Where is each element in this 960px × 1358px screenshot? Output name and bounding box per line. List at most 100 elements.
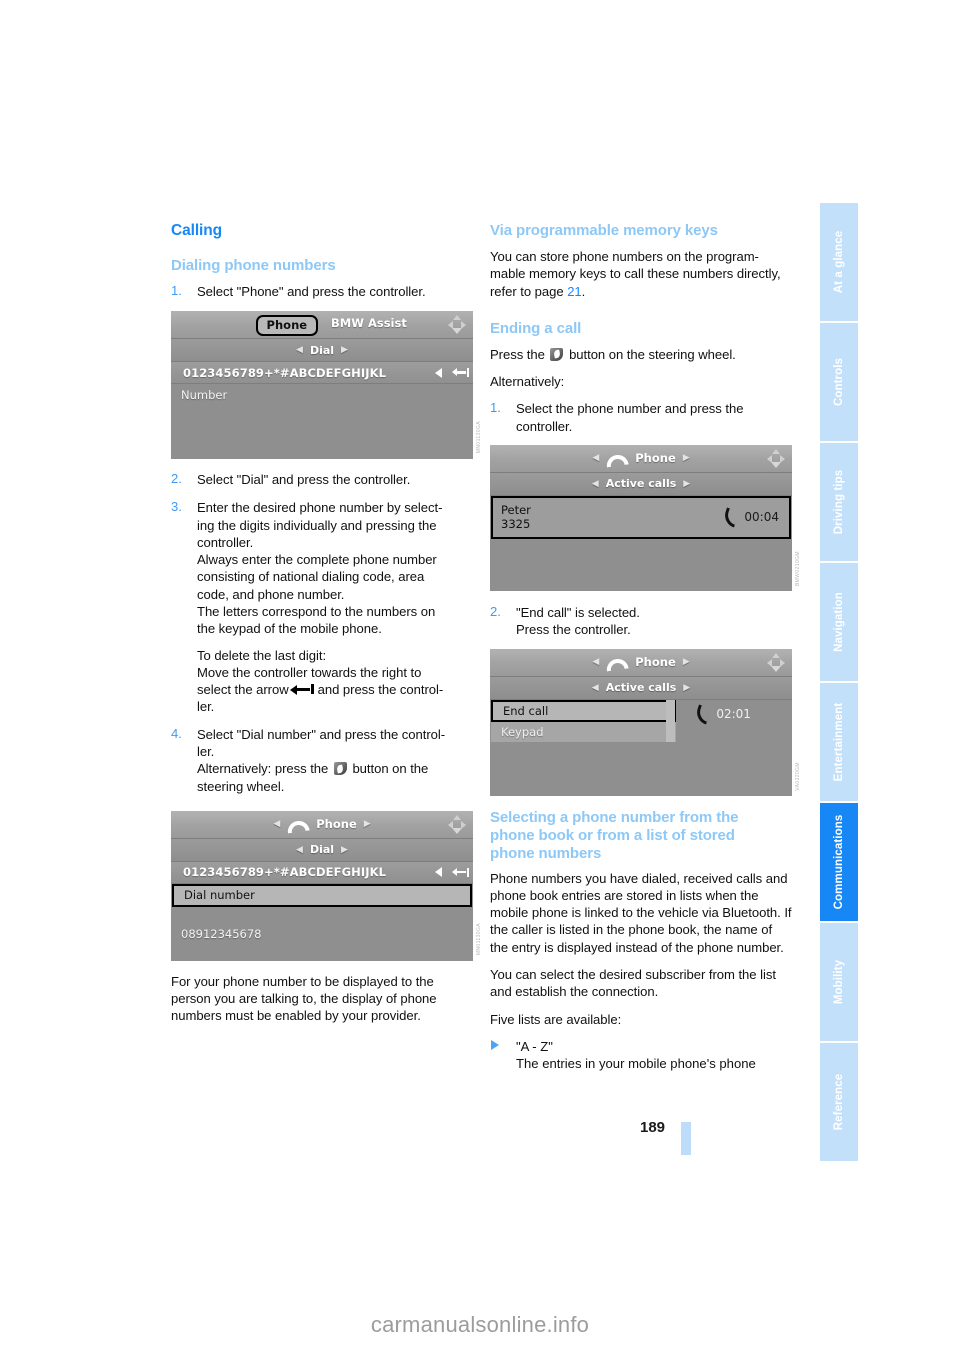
section-heading-ending-call: Ending a call bbox=[490, 319, 582, 337]
sidebar-tab-driving-tips[interactable]: Driving tips bbox=[820, 443, 858, 561]
mk-line-1: You can store phone numbers on the progr… bbox=[490, 249, 759, 264]
list-item-number[interactable]: Number bbox=[171, 384, 473, 406]
bullet-description: The entries in your mobile phone's phone bbox=[516, 1056, 756, 1072]
play-triangle-icon[interactable] bbox=[435, 367, 442, 378]
chevron-right-icon: ▶ bbox=[341, 844, 348, 855]
call-duration: 02:01 bbox=[716, 707, 751, 722]
screenshot-panel: End call Keypad 02:01 bbox=[490, 699, 792, 796]
step-text: Select the phone number and press the co… bbox=[516, 400, 792, 435]
screenshot-topbar: ◀ Phone ▶ bbox=[171, 810, 473, 839]
row-active-calls[interactable]: ◀ Active calls ▶ bbox=[490, 676, 792, 700]
pb-heading-line-1: Selecting a phone number from the bbox=[490, 808, 739, 826]
row-dial-label: Dial bbox=[309, 843, 335, 857]
sidebar-tab-label: At a glance bbox=[833, 230, 845, 294]
page-reference-link[interactable]: 21 bbox=[567, 284, 582, 299]
step-text: "End call" is selected. Press the contro… bbox=[516, 604, 792, 639]
sidebar-tab-label: Mobility bbox=[833, 959, 845, 1005]
step3-para4-line-1: To delete the last digit: bbox=[197, 647, 327, 663]
sidebar-tab-controls[interactable]: Controls bbox=[820, 323, 858, 441]
step-4: 4. Select "Dial number" and press the co… bbox=[171, 726, 473, 795]
chevron-right-icon: ▶ bbox=[341, 345, 348, 356]
step3-para4-line-4: ler. bbox=[197, 699, 215, 715]
ending-call-step-1: 1. Select the phone number and press the… bbox=[490, 400, 792, 435]
sidebar-tab-at-a-glance[interactable]: At a glance bbox=[820, 203, 858, 321]
step3-para3-line-2: the keypad of the mobile phone. bbox=[197, 621, 382, 637]
step-number: 2. bbox=[171, 471, 182, 487]
screenshot-panel: Peter 3325 00:04 bbox=[490, 495, 792, 591]
play-triangle-icon[interactable] bbox=[435, 867, 442, 878]
section-heading-phone-book: Selecting a phone number from the phone … bbox=[490, 809, 792, 863]
tab-phone-selected[interactable]: Phone bbox=[255, 315, 319, 337]
list-item-end-call[interactable]: End call bbox=[491, 699, 677, 722]
step-text: Select "Phone" and press the controller. bbox=[197, 284, 426, 300]
active-call-entry[interactable]: Peter 3325 00:04 bbox=[491, 495, 791, 539]
list-item-keypad[interactable]: Keypad bbox=[491, 721, 677, 742]
row-dial[interactable]: ◀ Dial ▶ bbox=[171, 838, 473, 862]
bullet-label: "A - Z" bbox=[516, 1038, 553, 1054]
controller-nav-icon bbox=[448, 814, 466, 834]
sidebar-tab-communications[interactable]: Communications bbox=[820, 803, 858, 921]
page-title: Calling bbox=[171, 222, 222, 239]
sidebar-tab-label: Driving tips bbox=[833, 469, 845, 535]
call-duration: 00:04 bbox=[744, 510, 779, 525]
sidebar-tab-navigation[interactable]: Navigation bbox=[820, 563, 858, 681]
backspace-arrow-icon bbox=[289, 683, 316, 695]
chevron-right-icon: ▶ bbox=[683, 682, 691, 693]
chevron-left-icon: ◀ bbox=[273, 819, 281, 830]
section-heading-memory-keys: Via programmable memory keys bbox=[490, 222, 718, 239]
topbar-title-group: ◀ Phone ▶ bbox=[490, 649, 792, 676]
pb-heading-line-3: phone numbers bbox=[490, 844, 602, 862]
page-marker-bar bbox=[681, 1122, 691, 1155]
sidebar-tab-entertainment[interactable]: Entertainment bbox=[820, 683, 858, 801]
sidebar-tab-mobility[interactable]: Mobility bbox=[820, 923, 858, 1041]
chevron-left-icon: ◀ bbox=[296, 345, 303, 356]
end-call-options: End call Keypad bbox=[490, 699, 677, 742]
watermark: carmanualsonline.info bbox=[370, 1312, 590, 1337]
row-active-calls[interactable]: ◀ Active calls ▶ bbox=[490, 472, 792, 496]
triangle-bullet-icon bbox=[491, 1039, 499, 1050]
step4-line-3: Alternatively: press the button on the bbox=[197, 760, 473, 777]
step-3: 3. Enter the desired phone number by sel… bbox=[171, 499, 473, 715]
figure-code: BMW0210GM bbox=[795, 550, 801, 586]
call-duration-group: 00:04 bbox=[723, 509, 779, 526]
keypad-characters: 0123456789+*#ABCDEFGHIJKL bbox=[183, 365, 387, 380]
figure-code: VA0220GM bbox=[795, 761, 801, 791]
keypad-row[interactable]: 0123456789+*#ABCDEFGHIJKL bbox=[171, 362, 473, 385]
chevron-right-icon: ▶ bbox=[682, 453, 690, 464]
tab-bmw-assist[interactable]: BMW Assist bbox=[331, 316, 407, 330]
row-dial-label: Dial bbox=[309, 343, 335, 357]
row-dial[interactable]: ◀ Dial ▶ bbox=[171, 339, 473, 363]
step3-para4-line-2: Move the controller towards the right to bbox=[197, 664, 422, 680]
pb-p2-line-1: You can select the desired subscriber fr… bbox=[490, 966, 757, 982]
step4-line-2: ler. bbox=[197, 743, 215, 759]
step3-para2-line-1: Always enter the complete phone number bbox=[197, 552, 437, 568]
step-number: 3. bbox=[171, 499, 182, 515]
chevron-right-icon: ▶ bbox=[683, 478, 691, 489]
alternatively-label: Alternatively: bbox=[490, 374, 565, 390]
caller-number: 3325 bbox=[501, 517, 531, 532]
step-number: 2. bbox=[490, 603, 501, 619]
sidebar-tab-label: Entertainment bbox=[833, 702, 845, 782]
manual-page: Calling Dialing phone numbers 1. Select … bbox=[0, 0, 960, 1358]
chevron-right-icon: ▶ bbox=[682, 657, 690, 668]
chevron-left-icon: ◀ bbox=[591, 682, 599, 693]
mk-period: . bbox=[581, 283, 586, 299]
backspace-icon[interactable] bbox=[452, 368, 469, 378]
step3-para2-line-2: consisting of national dialing code, are… bbox=[197, 569, 425, 585]
step-2: 2. Select "Dial" and press the controlle… bbox=[171, 471, 473, 489]
scrollbar[interactable] bbox=[666, 699, 676, 742]
chevron-left-icon: ◀ bbox=[591, 478, 599, 489]
keypad-row[interactable]: 0123456789+*#ABCDEFGHIJKL bbox=[171, 861, 473, 884]
closing-line-1: For your phone number to be displayed to… bbox=[171, 973, 434, 989]
ec-step2-line-2: Press the controller. bbox=[516, 622, 631, 638]
sidebar-tab-label: Navigation bbox=[833, 592, 845, 652]
backspace-icon[interactable] bbox=[452, 867, 469, 877]
pb-p1-line-1: Phone numbers you have dialed, received … bbox=[490, 870, 763, 886]
closing-line-2: person you are talking to, the display o… bbox=[171, 991, 437, 1007]
sidebar-tab-reference[interactable]: Reference bbox=[820, 1043, 858, 1161]
controller-nav-icon bbox=[767, 448, 785, 468]
sidebar-tab-label: Communications bbox=[833, 814, 845, 910]
phone-book-paragraph-2: You can select the desired subscriber fr… bbox=[490, 966, 792, 1001]
chevron-left-icon: ◀ bbox=[592, 453, 600, 464]
list-item-dial-number[interactable]: Dial number bbox=[172, 883, 472, 907]
